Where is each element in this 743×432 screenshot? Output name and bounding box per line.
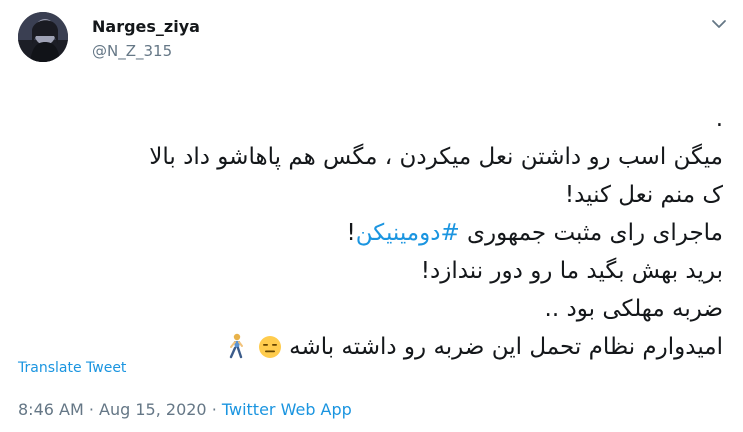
tweet-line: . <box>715 106 723 132</box>
hashtag-link[interactable]: #دومینیکن <box>356 220 460 246</box>
meta-separator: · <box>206 400 222 419</box>
person-walking-icon <box>225 333 247 371</box>
tweet-date[interactable]: Aug 15, 2020 <box>99 400 207 419</box>
author-display-name[interactable]: Narges_ziya <box>92 17 200 36</box>
avatar-image <box>18 12 68 62</box>
avatar[interactable] <box>18 12 68 62</box>
translate-tweet-link[interactable]: Translate Tweet <box>18 360 126 376</box>
tweet-source-link[interactable]: Twitter Web App <box>222 400 352 419</box>
tweet-line-suffix: ! <box>346 220 356 246</box>
tweet-line: برید بهش بگید ما رو دور نندازد! <box>420 258 723 284</box>
tweet-metadata: 8:46 AM · Aug 15, 2020 · Twitter Web App <box>18 400 352 419</box>
tweet-line: ضربه مهلکی بود .. <box>544 296 723 322</box>
author-handle[interactable]: @N_Z_315 <box>92 42 172 60</box>
tweet-text: . میگن اسب رو داشتن نعل میکردن ، مگس هم … <box>13 100 723 371</box>
tweet-line-prefix: ماجرای رای مثبت جمهوری <box>459 220 723 246</box>
tweet-line-hashtag: ماجرای رای مثبت جمهوری #دومینیکن! <box>13 214 723 252</box>
expressionless-face-icon <box>258 333 282 371</box>
tweet-line: ک منم نعل کنید! <box>564 182 723 208</box>
tweet-line: امیدوارم نظام تحمل این ضربه رو داشته باش… <box>289 334 723 360</box>
tweet-time[interactable]: 8:46 AM <box>18 400 84 419</box>
chevron-down-icon[interactable] <box>709 14 729 34</box>
tweet-line: میگن اسب رو داشتن نعل میکردن ، مگس هم پا… <box>149 144 723 170</box>
meta-separator: · <box>83 400 100 419</box>
